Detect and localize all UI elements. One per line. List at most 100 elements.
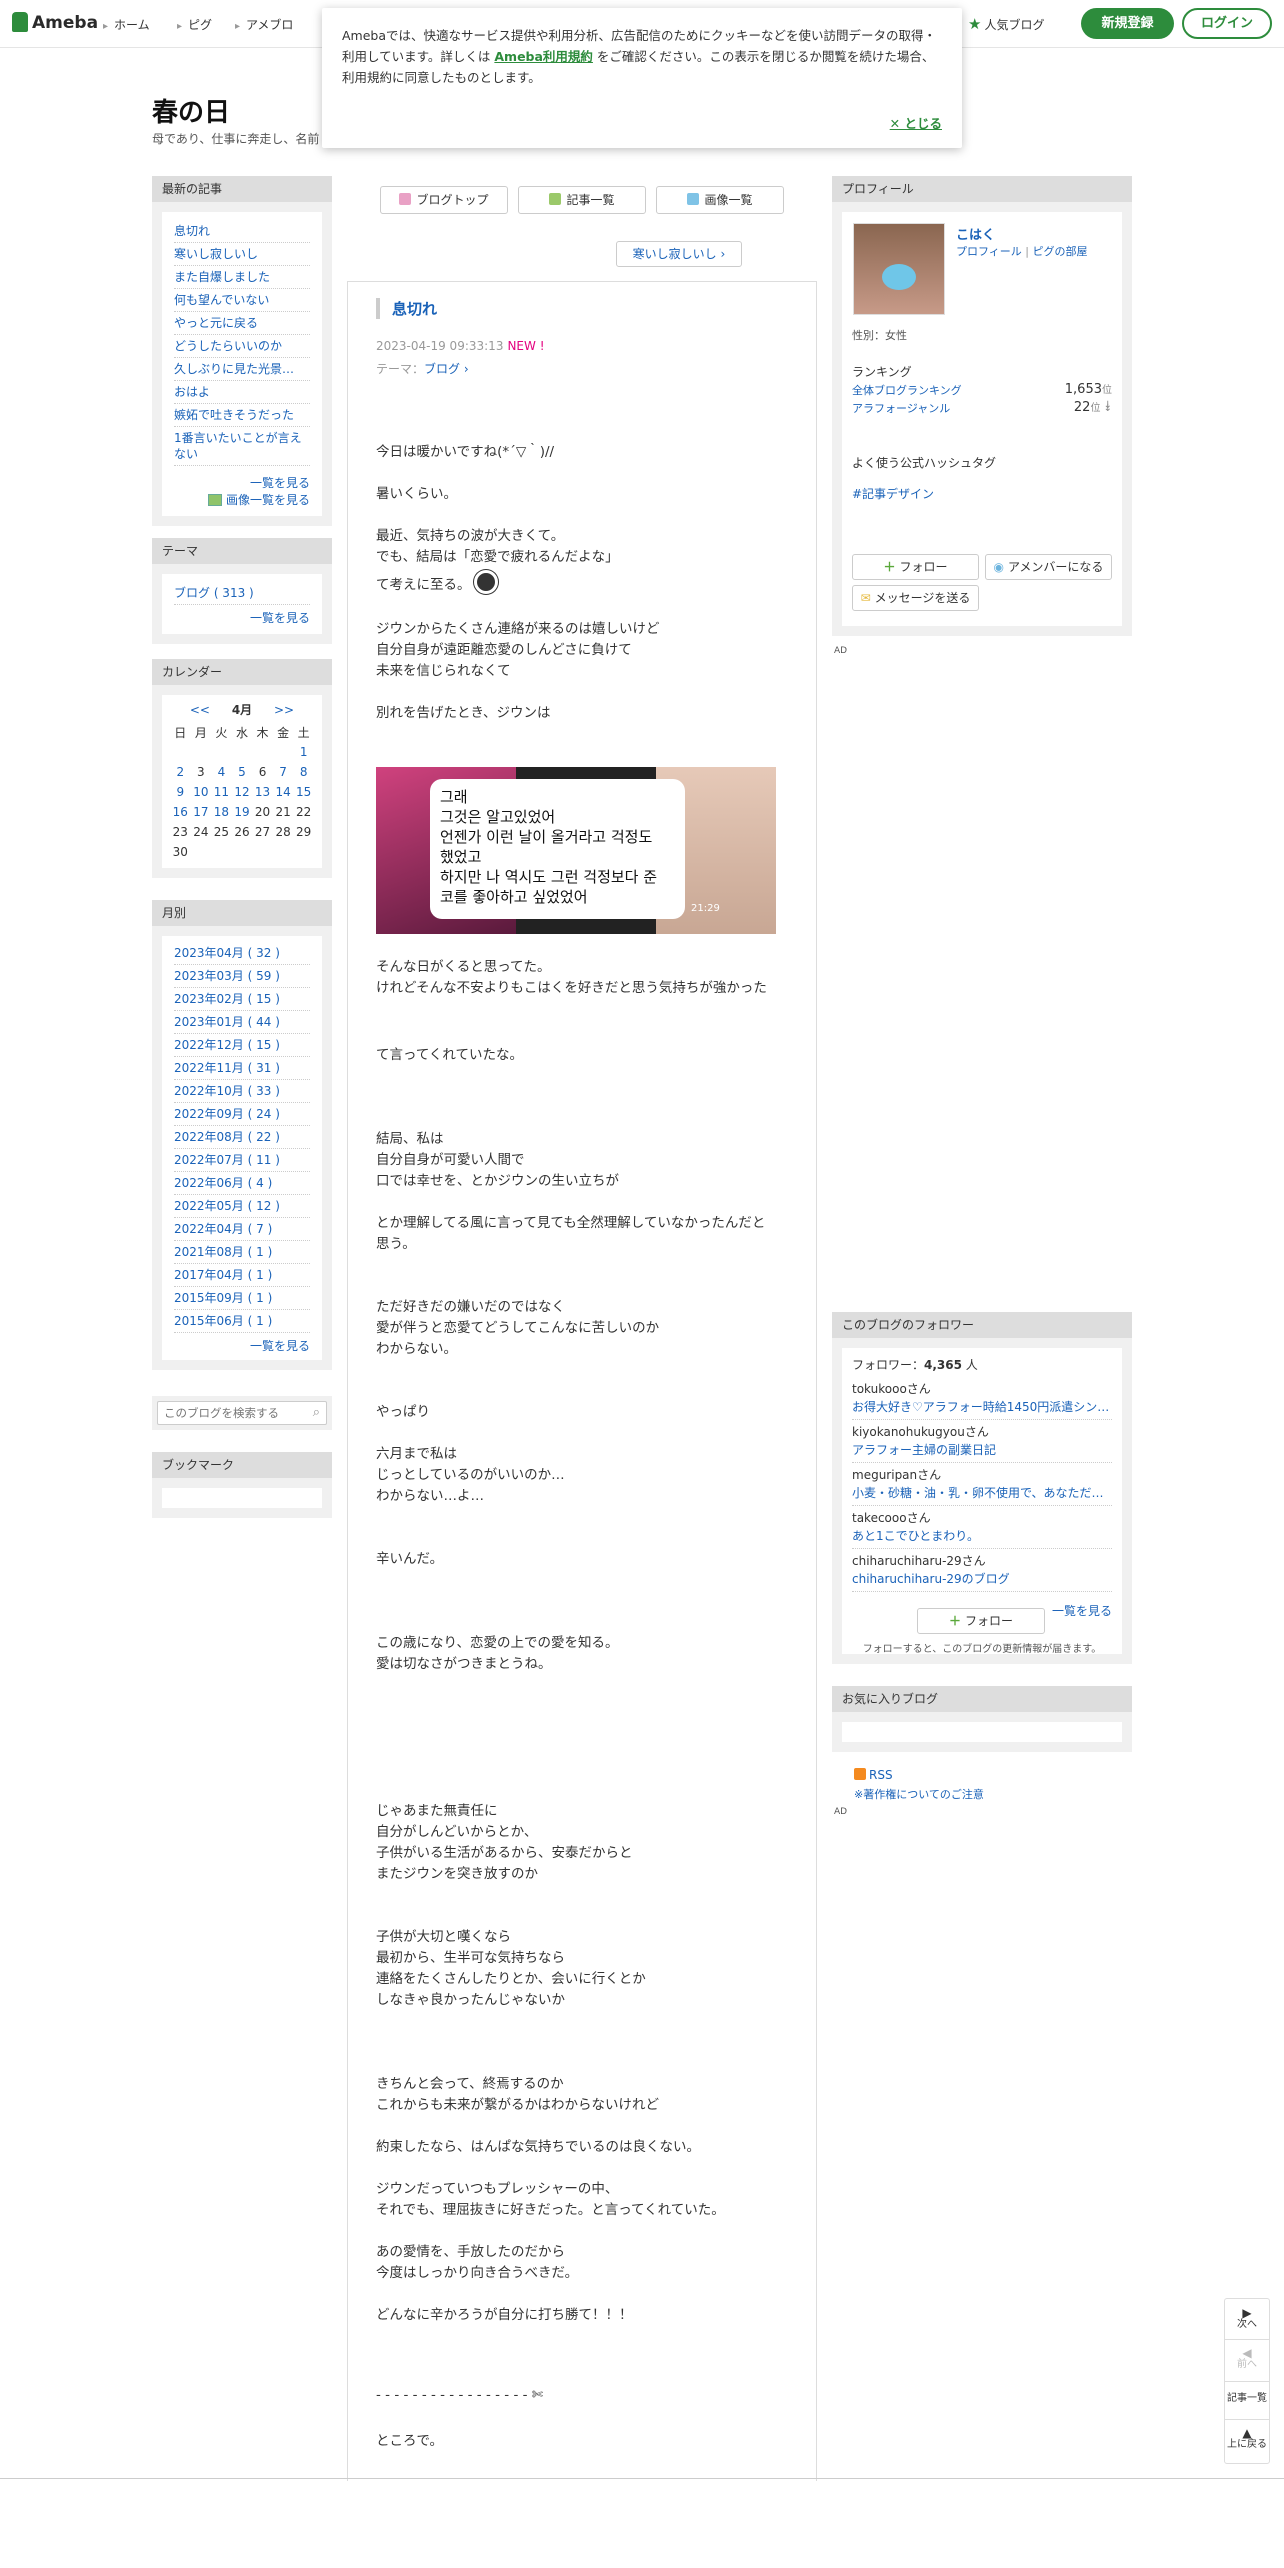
nav-ameblo[interactable]: アメブロ [235, 16, 293, 33]
calendar-day-link[interactable]: 7 [279, 765, 287, 779]
calendar-day-link[interactable]: 13 [255, 785, 270, 799]
calendar-day-link[interactable]: 16 [173, 805, 188, 819]
image-more-link[interactable]: 画像一覧を見る [226, 493, 310, 507]
calendar-day-link[interactable]: 9 [176, 785, 184, 799]
calendar-day[interactable]: 9 [170, 782, 191, 802]
float-prev-button[interactable]: ◀ 前へ [1225, 2347, 1269, 2371]
recent-post-link[interactable]: 何も望んでいない [174, 289, 310, 312]
calendar-day-link[interactable]: 4 [218, 765, 226, 779]
month-archive-link[interactable]: 2022年11月 ( 31 ) [174, 1057, 310, 1080]
calendar-day[interactable]: 8 [293, 762, 314, 782]
calendar-day-link[interactable]: 12 [234, 785, 249, 799]
calendar-day[interactable]: 2 [170, 762, 191, 782]
month-archive-link[interactable]: 2022年07月 ( 11 ) [174, 1149, 310, 1172]
calendar-day-link[interactable]: 15 [296, 785, 311, 799]
amember-button[interactable]: ◉ アメンバーになる [985, 554, 1112, 580]
calendar-day[interactable]: 7 [273, 762, 294, 782]
month-archive-link[interactable]: 2022年09月 ( 24 ) [174, 1103, 310, 1126]
recent-post-link[interactable]: おはよ [174, 381, 310, 404]
cookie-close-button[interactable]: ✕ とじる [890, 113, 942, 134]
month-archive-link[interactable]: 2023年03月 ( 59 ) [174, 965, 310, 988]
recent-more-link[interactable]: 一覧を見る [250, 476, 310, 490]
next-post-link[interactable]: 寒いし寂しいし › [616, 241, 742, 267]
month-archive-link[interactable]: 2023年01月 ( 44 ) [174, 1011, 310, 1034]
month-archive-link[interactable]: 2017年04月 ( 1 ) [174, 1264, 310, 1287]
genre-ranking-link[interactable]: アラフォージャンル [852, 400, 950, 416]
float-list-button[interactable]: 記事一覧 [1225, 2393, 1269, 2405]
recent-post-link[interactable]: 久しぶりに見た光景… [174, 358, 310, 381]
rss-link[interactable]: RSS [854, 1768, 893, 1782]
calendar-day[interactable]: 14 [273, 782, 294, 802]
profile-avatar[interactable] [853, 223, 945, 315]
nav-pigg[interactable]: ピグ [177, 16, 212, 33]
month-archive-link[interactable]: 2023年04月 ( 32 ) [174, 942, 310, 965]
follower-blog-link[interactable]: アラフォー主婦の副業日記 [852, 1441, 1112, 1459]
follow-button-2[interactable]: ＋フォロー [917, 1608, 1045, 1634]
calendar-day-link[interactable]: 2 [176, 765, 184, 779]
profile-name[interactable]: こはく [956, 224, 995, 243]
article-theme-link[interactable]: ブログ [424, 362, 460, 376]
recent-post-link[interactable]: 嫉妬で吐きそうだった [174, 404, 310, 427]
follower-blog-link[interactable]: お得大好き♡アラフォー時給1450円派遣シン… [852, 1398, 1112, 1416]
calendar-day[interactable]: 4 [211, 762, 232, 782]
article-image[interactable]: 그래 그것은 알고있었어 언젠가 이런 날이 올거라고 걱정도 했었고 하지만 나 역시… [376, 767, 776, 934]
blog-top-button[interactable]: ブログトップ [380, 186, 508, 214]
profile-link[interactable]: プロフィール [956, 245, 1022, 258]
copyright-link[interactable]: ※著作権についてのご注意 [854, 1786, 984, 1802]
calendar-day-link[interactable]: 8 [300, 765, 308, 779]
recent-post-link[interactable]: また自爆しました [174, 266, 310, 289]
month-archive-link[interactable]: 2015年06月 ( 1 ) [174, 1310, 310, 1333]
calendar-day[interactable]: 12 [232, 782, 253, 802]
calendar-day-link[interactable]: 19 [234, 805, 249, 819]
login-button[interactable]: ログイン [1182, 8, 1272, 39]
image-list-button[interactable]: 画像一覧 [656, 186, 784, 214]
calendar-day[interactable]: 15 [293, 782, 314, 802]
month-archive-link[interactable]: 2022年08月 ( 22 ) [174, 1126, 310, 1149]
float-top-button[interactable]: ▲ 上に戻る [1225, 2427, 1269, 2451]
month-more-link[interactable]: 一覧を見る [250, 1339, 310, 1353]
follow-button[interactable]: ＋フォロー [852, 554, 979, 580]
month-archive-link[interactable]: 2022年06月 ( 4 ) [174, 1172, 310, 1195]
month-archive-link[interactable]: 2015年09月 ( 1 ) [174, 1287, 310, 1310]
calendar-day-link[interactable]: 18 [214, 805, 229, 819]
recent-post-link[interactable]: 息切れ [174, 220, 310, 243]
month-archive-link[interactable]: 2022年12月 ( 15 ) [174, 1034, 310, 1057]
calendar-day-link[interactable]: 5 [238, 765, 246, 779]
nav-home[interactable]: ホーム [103, 16, 150, 33]
month-archive-link[interactable]: 2022年04月 ( 7 ) [174, 1218, 310, 1241]
recent-post-link[interactable]: 1番言いたいことが言えない [174, 427, 310, 466]
register-button[interactable]: 新規登録 [1081, 8, 1174, 39]
recent-post-link[interactable]: やっと元に戻る [174, 312, 310, 335]
month-archive-link[interactable]: 2022年05月 ( 12 ) [174, 1195, 310, 1218]
month-archive-link[interactable]: 2023年02月 ( 15 ) [174, 988, 310, 1011]
calendar-day[interactable]: 18 [211, 802, 232, 822]
terms-link[interactable]: Ameba利用規約 [494, 49, 593, 64]
message-button[interactable]: ✉ メッセージを送る [852, 585, 979, 611]
calendar-day[interactable]: 10 [191, 782, 212, 802]
float-next-button[interactable]: ▶ 次へ [1225, 2307, 1269, 2331]
followers-more-link[interactable]: 一覧を見る [1052, 1604, 1112, 1618]
search-icon[interactable]: ⌕ [313, 1405, 320, 1420]
calendar-day-link[interactable]: 10 [193, 785, 208, 799]
calendar-day[interactable]: 13 [252, 782, 273, 802]
blog-title[interactable]: 春の日 [152, 92, 230, 129]
calendar-day-link[interactable]: 14 [275, 785, 290, 799]
theme-more-link[interactable]: 一覧を見る [250, 611, 310, 625]
calendar-day[interactable]: 17 [191, 802, 212, 822]
theme-item[interactable]: ブログ ( 313 ) [174, 582, 310, 605]
calendar-day-link[interactable]: 11 [214, 785, 229, 799]
calendar-day[interactable]: 19 [232, 802, 253, 822]
ameba-logo[interactable]: Ameba [12, 12, 98, 33]
calendar-day-link[interactable]: 1 [300, 745, 308, 759]
calendar-day[interactable]: 16 [170, 802, 191, 822]
month-archive-link[interactable]: 2022年10月 ( 33 ) [174, 1080, 310, 1103]
calendar-day[interactable]: 1 [293, 742, 314, 762]
popular-blog-link[interactable]: ★ 人気ブログ [968, 15, 1044, 33]
calendar-day-link[interactable]: 17 [193, 805, 208, 819]
calendar-day[interactable]: 5 [232, 762, 253, 782]
follower-blog-link[interactable]: chiharuchiharu-29のブログ [852, 1570, 1112, 1588]
post-list-button[interactable]: 記事一覧 [518, 186, 646, 214]
follower-blog-link[interactable]: あと1こでひとまわり。 [852, 1527, 1112, 1545]
hashtag-link[interactable]: #記事デザイン [852, 485, 934, 502]
recent-post-link[interactable]: どうしたらいいのか [174, 335, 310, 358]
